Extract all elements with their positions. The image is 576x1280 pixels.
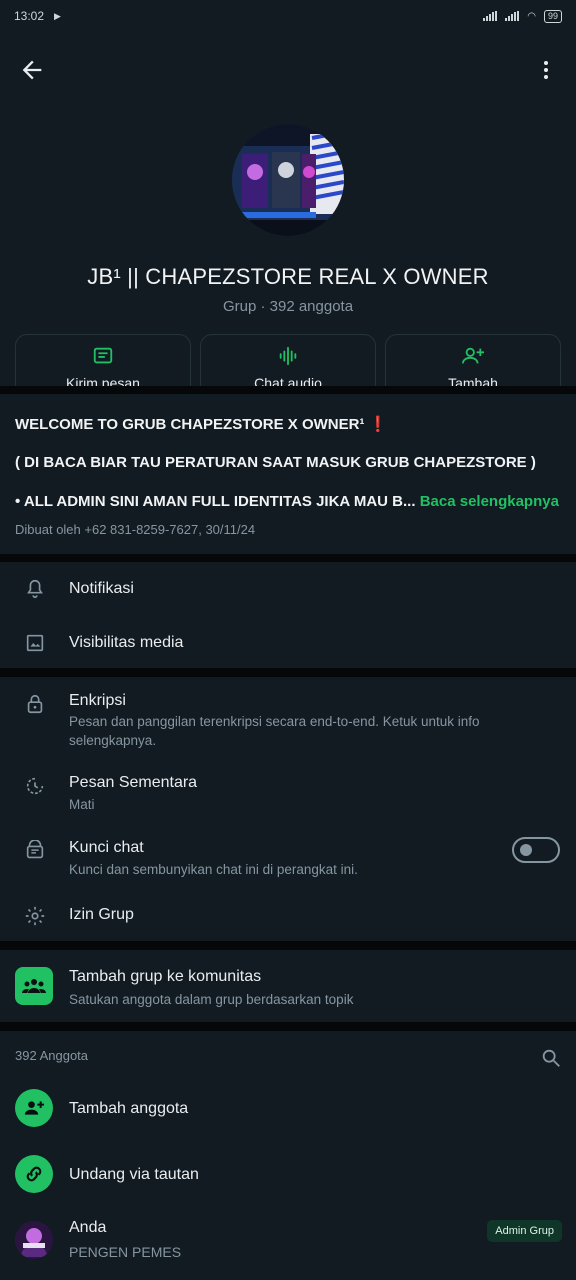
search-icon[interactable] [540, 1047, 562, 1069]
more-vert-icon[interactable] [534, 58, 558, 82]
timer-icon [26, 777, 44, 795]
community-subtitle: Satukan anggota dalam grup berdasarkan t… [69, 992, 354, 1007]
media-visibility-row[interactable]: Visibilitas media [0, 616, 576, 668]
created-by: Dibuat oleh +62 831-8259-7627, 30/11/24 [15, 522, 256, 537]
disappearing-title: Pesan Sementara [69, 774, 198, 791]
add-member-icon [15, 1089, 53, 1127]
lock-icon [27, 694, 43, 714]
chat-lock-toggle[interactable] [512, 837, 560, 863]
encryption-subtitle: Pesan dan panggilan terenkripsi secara e… [69, 714, 480, 748]
group-header: JB¹ || CHAPEZSTORE REAL X OWNER Grup · 3… [0, 32, 576, 402]
divider [0, 386, 576, 394]
community-icon [15, 967, 53, 1005]
signal-icon [483, 11, 498, 21]
chat-lock-subtitle: Kunci dan sembunyikan chat ini di perang… [69, 862, 358, 877]
status-time: 13:02 [14, 9, 45, 23]
exclamation-icon: ❗ [368, 416, 388, 433]
message-icon [93, 347, 113, 364]
members-count: 392 Anggota [15, 1048, 89, 1063]
description-line-text: • ALL ADMIN SINI AMAN FULL IDENTITAS JIK… [15, 493, 416, 510]
description-title-text: WELCOME TO GRUB CHAPEZSTORE X OWNER¹ [15, 416, 365, 433]
description-line: ( DI BACA BIAR TAU PERATURAN SAAT MASUK … [15, 454, 536, 471]
privacy-section: Enkripsi Pesan dan panggilan terenkripsi… [0, 677, 576, 941]
member-status: PENGEN PEMES [69, 1244, 182, 1260]
add-member-row[interactable]: Tambah anggota [0, 1083, 576, 1143]
admin-badge: Admin Grup [487, 1220, 562, 1242]
group-avatar[interactable] [232, 124, 344, 236]
battery-icon: 99 [543, 9, 562, 23]
group-subtitle: Grup · 392 anggota [222, 298, 354, 315]
settings-section: Notifikasi Visibilitas media [0, 562, 576, 668]
member-avatar [15, 1221, 53, 1259]
add-person-icon [462, 347, 484, 364]
divider [0, 668, 576, 677]
member-row[interactable]: Anda PENGEN PEMES Admin Grup [0, 1213, 576, 1279]
add-to-community-row[interactable]: Tambah grup ke komunitas Satukan anggota… [0, 950, 576, 1022]
disappearing-subtitle: Mati [69, 797, 95, 812]
wifi-icon: ◠ [527, 10, 536, 22]
divider [0, 1022, 576, 1031]
encryption-row[interactable]: Enkripsi Pesan dan panggilan terenkripsi… [0, 677, 576, 759]
read-more-link[interactable]: Baca selengkapnya [420, 493, 559, 510]
notifications-row[interactable]: Notifikasi [0, 562, 576, 616]
community-title: Tambah grup ke komunitas [69, 968, 262, 985]
toggle-knob [520, 844, 532, 856]
group-permissions-row[interactable]: Izin Grup [0, 891, 576, 941]
media-visibility-label: Visibilitas media [69, 634, 184, 651]
play-icon: ▶ [54, 10, 61, 21]
group-name[interactable]: JB¹ || CHAPEZSTORE REAL X OWNER [0, 264, 576, 290]
community-section: Tambah grup ke komunitas Satukan anggota… [0, 950, 576, 1022]
bell-icon [27, 579, 43, 599]
link-icon [15, 1155, 53, 1193]
signal-icon [505, 11, 520, 21]
divider [0, 554, 576, 562]
member-name: Anda [69, 1219, 107, 1236]
chat-lock-title: Kunci chat [69, 839, 144, 856]
back-arrow-icon[interactable] [18, 56, 46, 84]
description-section[interactable]: WELCOME TO GRUB CHAPEZSTORE X OWNER¹ ❗ (… [0, 394, 576, 554]
encryption-title: Enkripsi [69, 692, 126, 709]
invite-link-row[interactable]: Undang via tautan [0, 1149, 576, 1209]
status-bar: 13:02 ▶ ◠ 99 [0, 0, 576, 32]
chat-lock-icon [26, 840, 44, 859]
disappearing-messages-row[interactable]: Pesan Sementara Mati [0, 767, 576, 823]
description-line: • ALL ADMIN SINI AMAN FULL IDENTITAS JIK… [15, 493, 559, 510]
add-member-label: Tambah anggota [69, 1100, 189, 1117]
invite-link-label: Undang via tautan [69, 1166, 199, 1183]
divider [0, 941, 576, 950]
image-icon [26, 634, 44, 652]
description-title: WELCOME TO GRUB CHAPEZSTORE X OWNER¹ ❗ [15, 415, 387, 433]
gear-icon [25, 906, 45, 926]
chat-lock-row[interactable]: Kunci chat Kunci dan sembunyikan chat in… [0, 831, 576, 891]
members-section: 392 Anggota Tambah anggota Undang via ta… [0, 1031, 576, 1280]
audio-wave-icon [279, 346, 297, 366]
group-permissions-title: Izin Grup [69, 906, 134, 923]
notifications-label: Notifikasi [69, 580, 134, 597]
